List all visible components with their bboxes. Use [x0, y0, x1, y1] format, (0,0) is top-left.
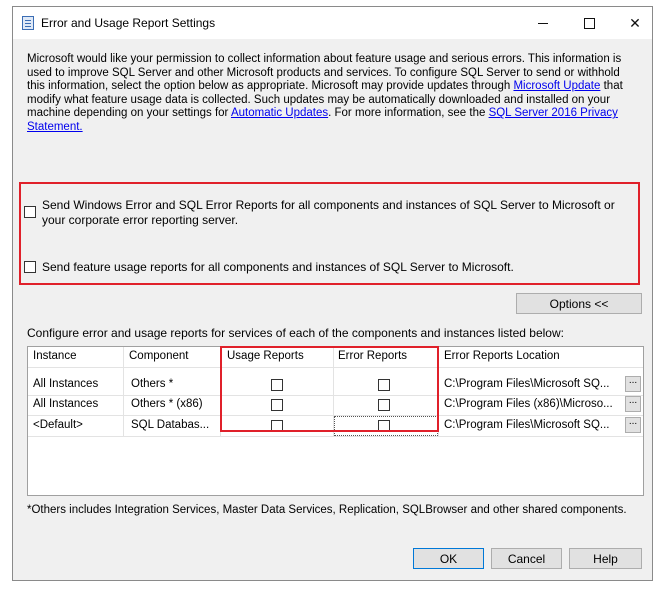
app-icon: [22, 16, 34, 30]
automatic-updates-link[interactable]: Automatic Updates: [231, 107, 328, 119]
usage-reports-checkbox[interactable]: [24, 261, 36, 273]
row-1-instance: All Instances: [33, 378, 99, 390]
title-bar[interactable]: Error and Usage Report Settings ✕: [13, 7, 652, 39]
row-1-location: C:\Program Files\Microsoft SQ...: [444, 378, 610, 390]
help-button[interactable]: Help: [569, 548, 642, 569]
row-1-component: Others *: [131, 378, 174, 390]
row-3-browse-button[interactable]: ...: [625, 417, 641, 433]
column-divider: [123, 347, 124, 436]
microsoft-update-link[interactable]: Microsoft Update: [513, 80, 600, 92]
row-2-location: C:\Program Files (x86)\Microso...: [444, 398, 613, 410]
error-reports-label: Send Windows Error and SQL Error Reports…: [42, 198, 615, 227]
usage-reports-label: Send feature usage reports for all compo…: [42, 260, 514, 274]
dialog-window: Error and Usage Report Settings ✕ Micros…: [12, 6, 653, 581]
options-toggle-button[interactable]: Options <<: [516, 293, 642, 314]
column-header-component[interactable]: Component: [129, 350, 219, 362]
description-text: Microsoft would like your permission to …: [27, 53, 639, 135]
row-divider: [28, 436, 643, 437]
column-header-instance[interactable]: Instance: [33, 350, 123, 362]
column-header-location[interactable]: Error Reports Location: [444, 350, 624, 362]
row-2-browse-button[interactable]: ...: [625, 396, 641, 412]
row-3-instance: <Default>: [33, 419, 83, 431]
cancel-button[interactable]: Cancel: [491, 548, 562, 569]
footnote-text: *Others includes Integration Services, M…: [27, 504, 627, 516]
maximize-icon: [583, 17, 595, 29]
window-title: Error and Usage Report Settings: [41, 16, 216, 30]
description-part: . For more information, see the: [328, 107, 489, 120]
row-3-location: C:\Program Files\Microsoft SQ...: [444, 419, 610, 431]
row-1-browse-button[interactable]: ...: [625, 376, 641, 392]
close-button[interactable]: ✕: [612, 7, 658, 39]
report-columns-highlight: [220, 346, 439, 432]
error-reports-checkbox[interactable]: [24, 206, 36, 218]
minimize-button[interactable]: [520, 7, 566, 39]
row-2-component: Others * (x86): [131, 398, 203, 410]
close-icon: ✕: [629, 14, 641, 31]
minimize-icon: [538, 22, 548, 24]
row-2-instance: All Instances: [33, 398, 99, 410]
row-3-component: SQL Databas...: [131, 419, 210, 431]
maximize-button[interactable]: [566, 7, 612, 39]
grid-caption: Configure error and usage reports for se…: [27, 326, 564, 340]
ok-button[interactable]: OK: [413, 548, 484, 569]
